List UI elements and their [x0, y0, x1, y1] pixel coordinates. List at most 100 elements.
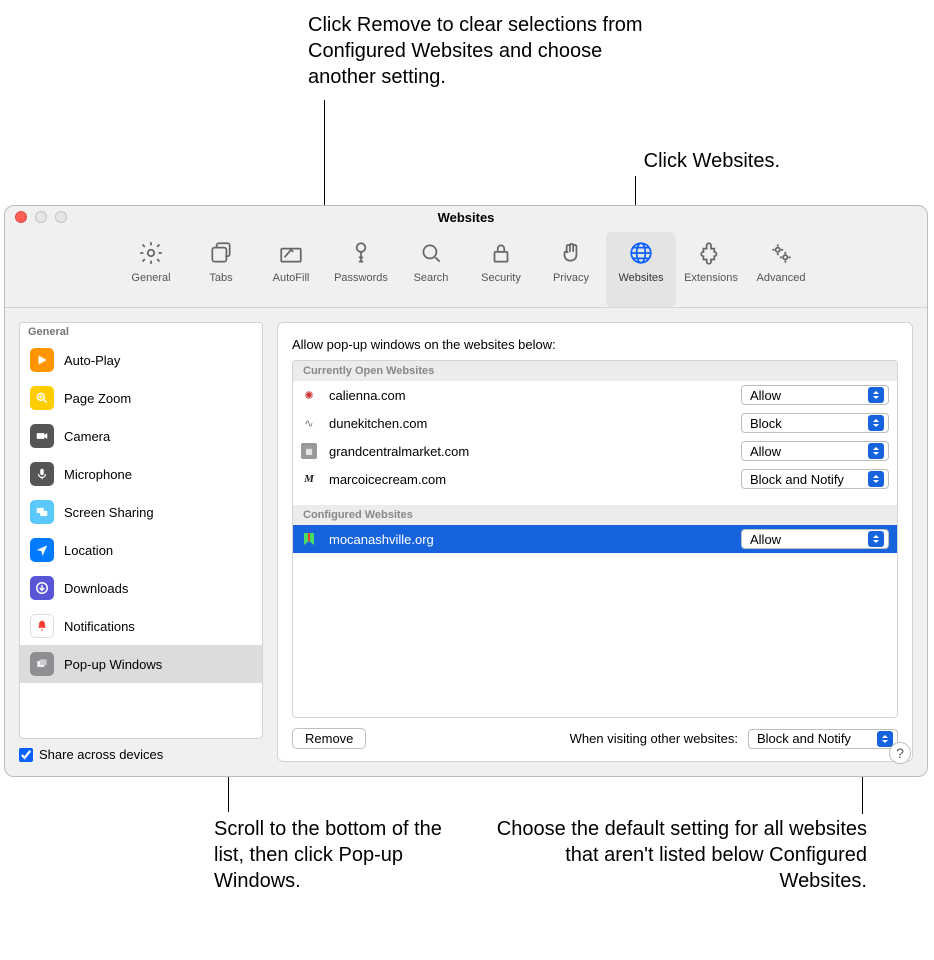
toolbar-label: Extensions: [684, 272, 738, 284]
close-button[interactable]: [15, 211, 27, 223]
sidebar-list[interactable]: General Auto-Play Page Zoom Camera Micro…: [19, 322, 263, 739]
preferences-toolbar: General Tabs AutoFill Passwords Search S…: [5, 228, 927, 308]
sidebar-item-popups[interactable]: Pop-up Windows: [20, 645, 262, 683]
toolbar-search[interactable]: Search: [396, 232, 466, 307]
sidebar-item-label: Pop-up Windows: [64, 657, 162, 672]
toolbar-label: Security: [481, 272, 521, 284]
sidebar-item-location[interactable]: Location: [20, 531, 262, 569]
website-domain: calienna.com: [325, 388, 733, 403]
hand-icon: [556, 238, 586, 268]
titlebar: Websites: [5, 206, 927, 228]
toolbar-extensions[interactable]: Extensions: [676, 232, 746, 307]
toolbar-privacy[interactable]: Privacy: [536, 232, 606, 307]
toolbar-autofill[interactable]: AutoFill: [256, 232, 326, 307]
toolbar-label: Tabs: [209, 272, 232, 284]
callout-scroll: Scroll to the bottom of the list, then c…: [214, 816, 444, 894]
minimize-button[interactable]: [35, 211, 47, 223]
main-panel: Allow pop-up windows on the websites bel…: [277, 322, 913, 762]
dropdown-icon: [868, 415, 884, 431]
callout-default: Choose the default setting for all websi…: [487, 816, 867, 894]
favicon-icon: [301, 531, 317, 547]
permission-select[interactable]: Block: [741, 413, 889, 433]
website-row[interactable]: ▦ grandcentralmarket.com Allow: [293, 437, 897, 465]
camera-icon: [30, 424, 54, 448]
main-heading: Allow pop-up windows on the websites bel…: [292, 337, 898, 352]
website-row-selected[interactable]: mocanashville.org Allow: [293, 525, 897, 553]
remove-button[interactable]: Remove: [292, 728, 366, 749]
sidebar-item-screensharing[interactable]: Screen Sharing: [20, 493, 262, 531]
toolbar-label: Search: [414, 272, 449, 284]
window-title: Websites: [438, 210, 495, 225]
website-row[interactable]: ∿ dunekitchen.com Block: [293, 409, 897, 437]
sidebar-item-label: Auto-Play: [64, 353, 120, 368]
toolbar-general[interactable]: General: [116, 232, 186, 307]
callout-remove: Click Remove to clear selections from Co…: [308, 12, 648, 90]
dropdown-icon: [868, 531, 884, 547]
zoom-icon: [30, 386, 54, 410]
checkbox-input[interactable]: [19, 748, 33, 762]
websites-list: Currently Open Websites ✺ calienna.com A…: [292, 360, 898, 718]
sidebar-section-label: General: [20, 323, 262, 341]
window-controls: [15, 211, 67, 223]
configured-websites-header: Configured Websites: [293, 505, 897, 525]
share-across-devices-checkbox[interactable]: Share across devices: [19, 747, 263, 762]
lock-icon: [486, 238, 516, 268]
toolbar-label: Passwords: [334, 272, 388, 284]
tabs-icon: [206, 238, 236, 268]
website-row[interactable]: M marcoicecream.com Block and Notify: [293, 465, 897, 493]
toolbar-label: Websites: [618, 272, 663, 284]
favicon-icon: ✺: [301, 387, 317, 403]
key-icon: [346, 238, 376, 268]
open-websites-header: Currently Open Websites: [293, 361, 897, 381]
globe-icon: [626, 238, 656, 268]
sidebar-item-label: Microphone: [64, 467, 132, 482]
default-permission-select[interactable]: Block and Notify: [748, 729, 898, 749]
zoom-button[interactable]: [55, 211, 67, 223]
permission-select[interactable]: Allow: [741, 441, 889, 461]
website-row[interactable]: ✺ calienna.com Allow: [293, 381, 897, 409]
permission-select[interactable]: Block and Notify: [741, 469, 889, 489]
play-icon: [30, 348, 54, 372]
pencil-box-icon: [276, 238, 306, 268]
toolbar-label: General: [131, 272, 170, 284]
default-setting-label: When visiting other websites:: [376, 731, 738, 746]
favicon-icon: M: [301, 471, 317, 487]
toolbar-websites[interactable]: Websites: [606, 232, 676, 307]
toolbar-label: Advanced: [757, 272, 806, 284]
sidebar-item-pagezoom[interactable]: Page Zoom: [20, 379, 262, 417]
favicon-icon: ∿: [301, 415, 317, 431]
screens-icon: [30, 500, 54, 524]
sidebar-item-autoplay[interactable]: Auto-Play: [20, 341, 262, 379]
help-button[interactable]: ?: [889, 742, 911, 764]
download-icon: [30, 576, 54, 600]
sidebar-item-notifications[interactable]: Notifications: [20, 607, 262, 645]
sidebar-item-microphone[interactable]: Microphone: [20, 455, 262, 493]
window-icon: [30, 652, 54, 676]
sidebar-item-label: Screen Sharing: [64, 505, 154, 520]
sidebar-item-label: Location: [64, 543, 113, 558]
permission-select[interactable]: Allow: [741, 529, 889, 549]
sidebar-item-label: Downloads: [64, 581, 128, 596]
dropdown-icon: [868, 471, 884, 487]
dropdown-icon: [868, 443, 884, 459]
toolbar-label: AutoFill: [273, 272, 310, 284]
bell-icon: [30, 614, 54, 638]
sidebar-item-camera[interactable]: Camera: [20, 417, 262, 455]
toolbar-security[interactable]: Security: [466, 232, 536, 307]
search-icon: [416, 238, 446, 268]
toolbar-tabs[interactable]: Tabs: [186, 232, 256, 307]
gears-icon: [766, 238, 796, 268]
sidebar-item-label: Page Zoom: [64, 391, 131, 406]
preferences-window: Websites General Tabs AutoFill Passwords…: [4, 205, 928, 777]
toolbar-passwords[interactable]: Passwords: [326, 232, 396, 307]
website-domain: marcoicecream.com: [325, 472, 733, 487]
toolbar-advanced[interactable]: Advanced: [746, 232, 816, 307]
website-domain: grandcentralmarket.com: [325, 444, 733, 459]
callout-websites: Click Websites.: [505, 148, 780, 174]
dropdown-icon: [868, 387, 884, 403]
permission-select[interactable]: Allow: [741, 385, 889, 405]
sidebar-item-downloads[interactable]: Downloads: [20, 569, 262, 607]
website-domain: mocanashville.org: [325, 532, 733, 547]
checkbox-label: Share across devices: [39, 747, 163, 762]
bottom-bar: Remove When visiting other websites: Blo…: [292, 718, 898, 749]
